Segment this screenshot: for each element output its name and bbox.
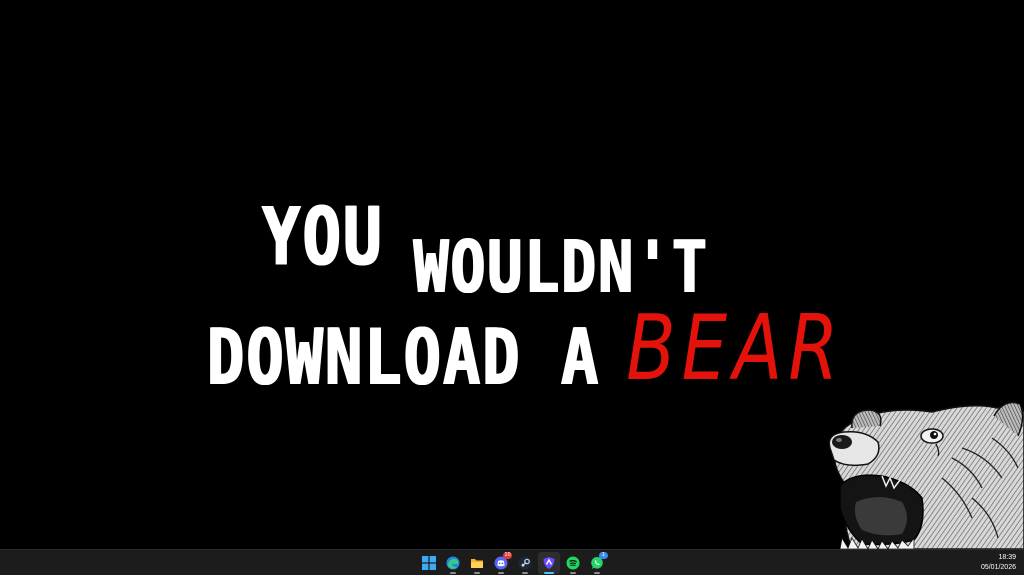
running-indicator — [522, 572, 528, 574]
running-indicator — [450, 572, 456, 574]
notification-badge: 10 — [503, 552, 512, 559]
slogan-word-you: YOU — [262, 192, 384, 285]
running-indicator — [498, 572, 504, 574]
running-indicator — [570, 572, 576, 574]
slogan-line-1: YOU WOULDN'T — [262, 192, 709, 310]
bear-illustration — [828, 401, 1024, 549]
file-explorer-icon — [471, 559, 483, 568]
windows-start-icon — [422, 556, 436, 570]
taskbar-steam-button[interactable] — [514, 552, 536, 574]
taskbar: 10 1 18:39 05/01/2026 — [0, 549, 1024, 575]
vpn-shield-icon — [543, 557, 555, 569]
steam-icon — [518, 556, 532, 570]
slogan-word-a: A — [560, 311, 601, 403]
spotify-icon — [566, 556, 580, 570]
active-indicator — [544, 572, 554, 574]
taskbar-vpn-button[interactable] — [538, 552, 560, 574]
slogan-word-download: DOWNLOAD — [207, 311, 522, 403]
running-indicator — [474, 572, 480, 574]
clock-date: 05/01/2026 — [980, 564, 1016, 571]
taskbar-whatsapp-button[interactable]: 1 — [586, 552, 608, 574]
slogan-word-bear: BEAR — [626, 295, 845, 400]
clock-time: 18:39 — [998, 554, 1016, 561]
desktop[interactable]: YOU WOULDN'T DOWNLOAD A BEAR — [0, 0, 1024, 549]
start-button[interactable] — [418, 552, 440, 574]
taskbar-spotify-button[interactable] — [562, 552, 584, 574]
taskbar-edge-button[interactable] — [442, 552, 464, 574]
taskbar-file-explorer-button[interactable] — [466, 552, 488, 574]
edge-icon — [446, 556, 460, 570]
wallpaper: YOU WOULDN'T DOWNLOAD A BEAR — [0, 0, 1024, 549]
notification-badge: 1 — [599, 552, 608, 559]
taskbar-app-icons: 10 1 — [418, 552, 608, 574]
running-indicator — [594, 572, 600, 574]
slogan-line-2: DOWNLOAD A BEAR — [207, 295, 844, 405]
system-clock[interactable]: 18:39 05/01/2026 — [981, 553, 1016, 573]
taskbar-discord-button[interactable]: 10 — [490, 552, 512, 574]
